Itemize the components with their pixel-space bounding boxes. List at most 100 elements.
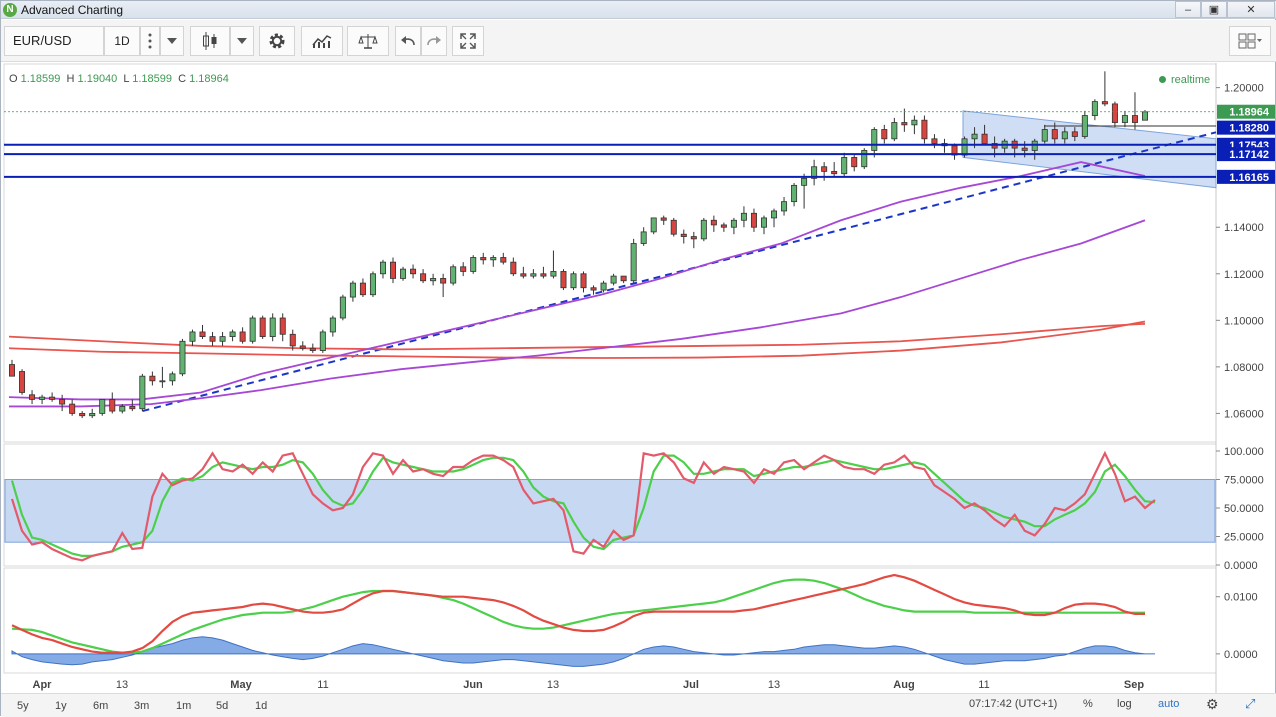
indicators-icon[interactable] [301, 26, 343, 56]
chart-type-dropdown-icon[interactable] [230, 26, 254, 56]
candle [189, 331, 196, 342]
undo-icon[interactable] [395, 26, 421, 56]
candle [400, 268, 407, 279]
time-axis-label: Jul [683, 679, 699, 691]
candle [29, 394, 36, 400]
chart-canvas[interactable]: 1.20000 1.14000 1.12000 1.10000 1.08000 1.060… [1, 63, 1276, 693]
time-axis-label: 13 [116, 679, 128, 691]
candle [670, 219, 677, 235]
candle [961, 138, 968, 156]
candle [1051, 129, 1058, 140]
candle [610, 275, 617, 284]
range-5d-button[interactable]: 5d [210, 698, 234, 714]
price-tick-label: 1.20000 [1224, 83, 1264, 95]
candle [781, 201, 788, 212]
candle [490, 257, 497, 261]
candle [8, 364, 15, 377]
candle [1131, 115, 1138, 123]
low-value: 1.18599 [132, 73, 172, 85]
candle [420, 273, 427, 282]
candle [640, 231, 647, 244]
interval-dropdown-icon[interactable] [160, 26, 184, 56]
close-value: 1.18964 [189, 73, 229, 85]
app-window: N Advanced Charting – ▣ ✕ EUR/USD 1D 1.2… [0, 0, 1276, 717]
time-axis-label: 11 [978, 679, 989, 691]
candle [1121, 115, 1128, 123]
candle [1081, 115, 1088, 137]
maximize-icon[interactable]: ▣ [1201, 1, 1227, 18]
candle [309, 347, 316, 351]
candle [760, 217, 767, 228]
candle [39, 396, 46, 400]
range-1y-button[interactable]: 1y [49, 698, 73, 714]
candle [841, 157, 848, 175]
price-tick-label: 1.06000 [1224, 408, 1264, 420]
price-badge-label: 1.18280 [1229, 123, 1269, 135]
candle [219, 336, 226, 342]
candle [259, 317, 266, 338]
candle [379, 261, 386, 275]
expand-icon[interactable]: ⤢ [1245, 696, 1255, 712]
candle [771, 210, 778, 219]
candle [620, 275, 627, 282]
redo-icon[interactable] [421, 26, 447, 56]
candlestick-icon[interactable] [190, 26, 230, 56]
candle [1142, 111, 1149, 121]
compare-icon[interactable] [347, 26, 389, 56]
candle [1111, 103, 1118, 123]
price-tick-label: 1.14000 [1224, 222, 1264, 234]
settings-icon[interactable] [259, 26, 295, 56]
auto-scale-button[interactable]: auto [1158, 698, 1179, 710]
symbol-input[interactable]: EUR/USD [4, 26, 104, 56]
candle [49, 396, 56, 400]
candle [680, 233, 687, 237]
range-3m-button[interactable]: 3m [128, 698, 155, 714]
macd-tick-label: 0.0100 [1224, 592, 1258, 604]
candle [550, 271, 557, 277]
candle [540, 273, 547, 277]
app-logo-icon: N [3, 3, 17, 17]
range-1d-button[interactable]: 1d [249, 698, 273, 714]
range-5y-button[interactable]: 5y [11, 698, 35, 714]
candle [209, 336, 216, 342]
candle [169, 373, 176, 382]
stoch-tick-label: 75.0000 [1224, 475, 1264, 487]
time-axis-label: 11 [317, 679, 328, 691]
candle [801, 177, 808, 186]
candle [500, 257, 507, 263]
candle [821, 166, 828, 172]
candle [349, 282, 356, 298]
candle [921, 119, 928, 140]
time-axis-label: Apr [33, 679, 53, 691]
log-scale-button[interactable]: log [1117, 698, 1132, 710]
chart-toolbar: EUR/USD 1D [1, 20, 1276, 62]
time-axis-label: Sep [1124, 679, 1144, 691]
candle [1061, 131, 1068, 140]
candle [971, 133, 978, 140]
range-6m-button[interactable]: 6m [87, 698, 114, 714]
close-label: C [178, 73, 187, 85]
range-1m-button[interactable]: 1m [170, 698, 197, 714]
minimize-icon[interactable]: – [1175, 1, 1201, 18]
candle [1071, 131, 1078, 137]
candle [1091, 101, 1098, 116]
candle [269, 317, 276, 338]
realtime-indicator: realtime [1159, 74, 1210, 86]
candle [109, 399, 116, 412]
fullscreen-icon[interactable] [452, 26, 484, 56]
low-label: L [123, 73, 130, 85]
candle [19, 371, 26, 393]
close-icon[interactable]: ✕ [1227, 1, 1275, 18]
candle [700, 219, 707, 240]
candle [831, 170, 838, 175]
layout-icon[interactable] [1229, 26, 1271, 56]
interval-button[interactable]: 1D [104, 26, 140, 56]
candle [179, 340, 186, 375]
more-vertical-icon[interactable] [140, 26, 160, 56]
chart-settings-icon[interactable]: ⚙ [1206, 696, 1219, 713]
candle [480, 257, 487, 261]
percent-scale-button[interactable]: % [1083, 698, 1093, 710]
candle [650, 217, 657, 233]
stoch-tick-label: 0.0000 [1224, 560, 1258, 572]
candle [861, 150, 868, 168]
